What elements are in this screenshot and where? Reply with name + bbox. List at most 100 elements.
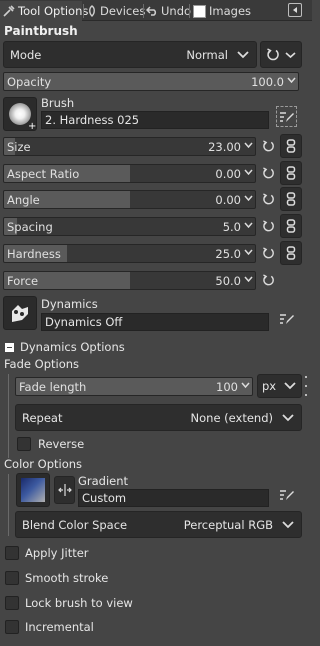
mode-reset-button[interactable] <box>260 41 302 68</box>
spacing-link-button[interactable] <box>280 214 302 238</box>
spin-chevron-icon[interactable] <box>244 274 253 287</box>
repeat-combo[interactable]: Repeat None (extend) <box>15 404 302 431</box>
tab-menu-button[interactable] <box>288 3 302 17</box>
reset-icon <box>266 47 280 62</box>
size-reset-button[interactable] <box>259 137 277 156</box>
chain-link-icon <box>286 219 296 233</box>
gradient-preview-button[interactable] <box>16 473 50 507</box>
hardness-reset-button[interactable] <box>259 244 277 263</box>
spacing-slider[interactable]: Spacing 5.0 <box>3 217 256 236</box>
spacing-reset-button[interactable] <box>259 217 277 236</box>
fade-length-value: 100 <box>216 380 238 394</box>
undo-icon <box>146 6 158 16</box>
spin-chevron-icon[interactable] <box>287 75 296 88</box>
spin-chevron-icon[interactable] <box>244 193 253 206</box>
dynamics-options-expander[interactable]: Dynamics Options <box>5 340 125 354</box>
hardness-slider[interactable]: Hardness 25.0 <box>3 244 256 263</box>
spin-chevron-icon[interactable] <box>244 140 253 153</box>
lock-brush-to-view-checkbox[interactable]: Lock brush to view <box>5 596 133 610</box>
fade-unit-combo[interactable]: px <box>257 374 302 398</box>
tab-devices[interactable]: Devices <box>84 1 145 21</box>
brush-label: Brush <box>41 96 75 110</box>
aspect-ratio-value: 0.00 <box>215 167 241 181</box>
angle-slider[interactable]: Angle 0.00 <box>3 190 256 209</box>
spin-chevron-icon[interactable] <box>244 220 253 233</box>
chain-link-icon <box>286 139 296 153</box>
reset-icon <box>262 220 275 233</box>
aspect-ratio-slider[interactable]: Aspect Ratio 0.00 <box>3 164 256 183</box>
chevron-down-icon <box>283 380 297 392</box>
hardness-label: Hardness <box>7 247 61 261</box>
gradient-name-field[interactable]: Custom <box>78 489 269 507</box>
blend-color-space-combo[interactable]: Blend Color Space Perceptual RGB <box>15 511 302 538</box>
section-indent-line <box>8 474 9 536</box>
opacity-slider[interactable]: Opacity 100.0 <box>3 72 299 91</box>
dock-tab-bar: Tool Options Devices Undo Images <box>0 0 312 21</box>
incremental-label: Incremental <box>25 620 94 634</box>
brush-edit-button[interactable] <box>276 106 297 127</box>
apply-jitter-label: Apply Jitter <box>25 546 89 560</box>
reset-icon <box>262 193 275 206</box>
size-label: Size <box>7 140 31 154</box>
angle-link-button[interactable] <box>280 187 302 211</box>
gradient-edit-button[interactable] <box>276 484 297 505</box>
size-slider[interactable]: Size 23.00 <box>3 137 256 156</box>
tab-undo[interactable]: Undo <box>143 1 191 21</box>
chain-link-icon <box>286 192 296 206</box>
section-indent-line <box>8 374 9 458</box>
spacing-value: 5.0 <box>222 220 241 234</box>
smooth-stroke-label: Smooth stroke <box>25 571 109 585</box>
opacity-value: 100.0 <box>251 75 284 89</box>
hardness-link-button[interactable] <box>280 241 302 265</box>
smooth-stroke-checkbox[interactable]: Smooth stroke <box>5 571 108 585</box>
force-slider[interactable]: Force 50.0 <box>3 271 256 290</box>
aspect-ratio-reset-button[interactable] <box>259 164 277 183</box>
tool-options-icon <box>3 5 15 17</box>
reverse-checkbox-box <box>17 437 31 451</box>
tab-tool-options[interactable]: Tool Options <box>0 1 88 21</box>
gradient-reverse-button[interactable] <box>54 476 75 504</box>
repeat-value: None (extend) <box>190 410 273 425</box>
dynamics-icon <box>8 302 32 324</box>
resize-grip[interactable] <box>305 376 307 396</box>
chevron-down-icon <box>281 412 295 424</box>
brush-name-field[interactable]: 2. Hardness 025 <box>41 111 269 129</box>
chevron-down-icon <box>285 50 296 60</box>
tab-images[interactable]: Images <box>190 1 251 21</box>
brush-preview-button[interactable]: + <box>3 97 37 132</box>
force-reset-button[interactable] <box>259 271 277 290</box>
dynamics-preview-button[interactable] <box>3 296 37 330</box>
apply-jitter-checkbox[interactable]: Apply Jitter <box>5 546 89 560</box>
angle-reset-button[interactable] <box>259 190 277 209</box>
size-value: 23.00 <box>208 140 241 154</box>
aspect-ratio-link-button[interactable] <box>280 161 302 185</box>
opacity-label: Opacity <box>7 75 52 89</box>
devices-icon <box>87 5 97 17</box>
fade-options-heading: Fade Options <box>4 357 80 371</box>
reset-icon <box>262 140 275 153</box>
mode-value: Normal <box>186 47 228 62</box>
spin-chevron-icon[interactable] <box>244 167 253 180</box>
force-label: Force <box>7 274 39 288</box>
incremental-checkbox-box <box>5 620 19 634</box>
aspect-ratio-label: Aspect Ratio <box>7 167 80 181</box>
spin-chevron-icon[interactable] <box>244 247 253 260</box>
reset-icon <box>262 167 275 180</box>
reverse-checkbox[interactable]: Reverse <box>17 437 84 451</box>
hardness-value: 25.0 <box>215 247 241 261</box>
dynamics-edit-button[interactable] <box>276 308 297 329</box>
mode-combo[interactable]: Mode Normal <box>3 41 257 68</box>
incremental-checkbox[interactable]: Incremental <box>5 620 94 634</box>
fade-unit-value: px <box>262 379 277 393</box>
chevron-down-icon <box>236 49 250 61</box>
spin-chevron-icon[interactable] <box>241 380 250 393</box>
color-options-heading: Color Options <box>4 457 83 471</box>
spacing-label: Spacing <box>7 220 53 234</box>
lock-brush-to-view-checkbox-box <box>5 596 19 610</box>
reset-icon <box>262 247 275 260</box>
plus-icon: + <box>28 121 37 132</box>
dynamics-name-field[interactable]: Dynamics Off <box>41 313 269 331</box>
repeat-label: Repeat <box>22 410 63 425</box>
fade-length-slider[interactable]: Fade length 100 <box>15 377 253 396</box>
size-link-button[interactable] <box>280 134 302 158</box>
